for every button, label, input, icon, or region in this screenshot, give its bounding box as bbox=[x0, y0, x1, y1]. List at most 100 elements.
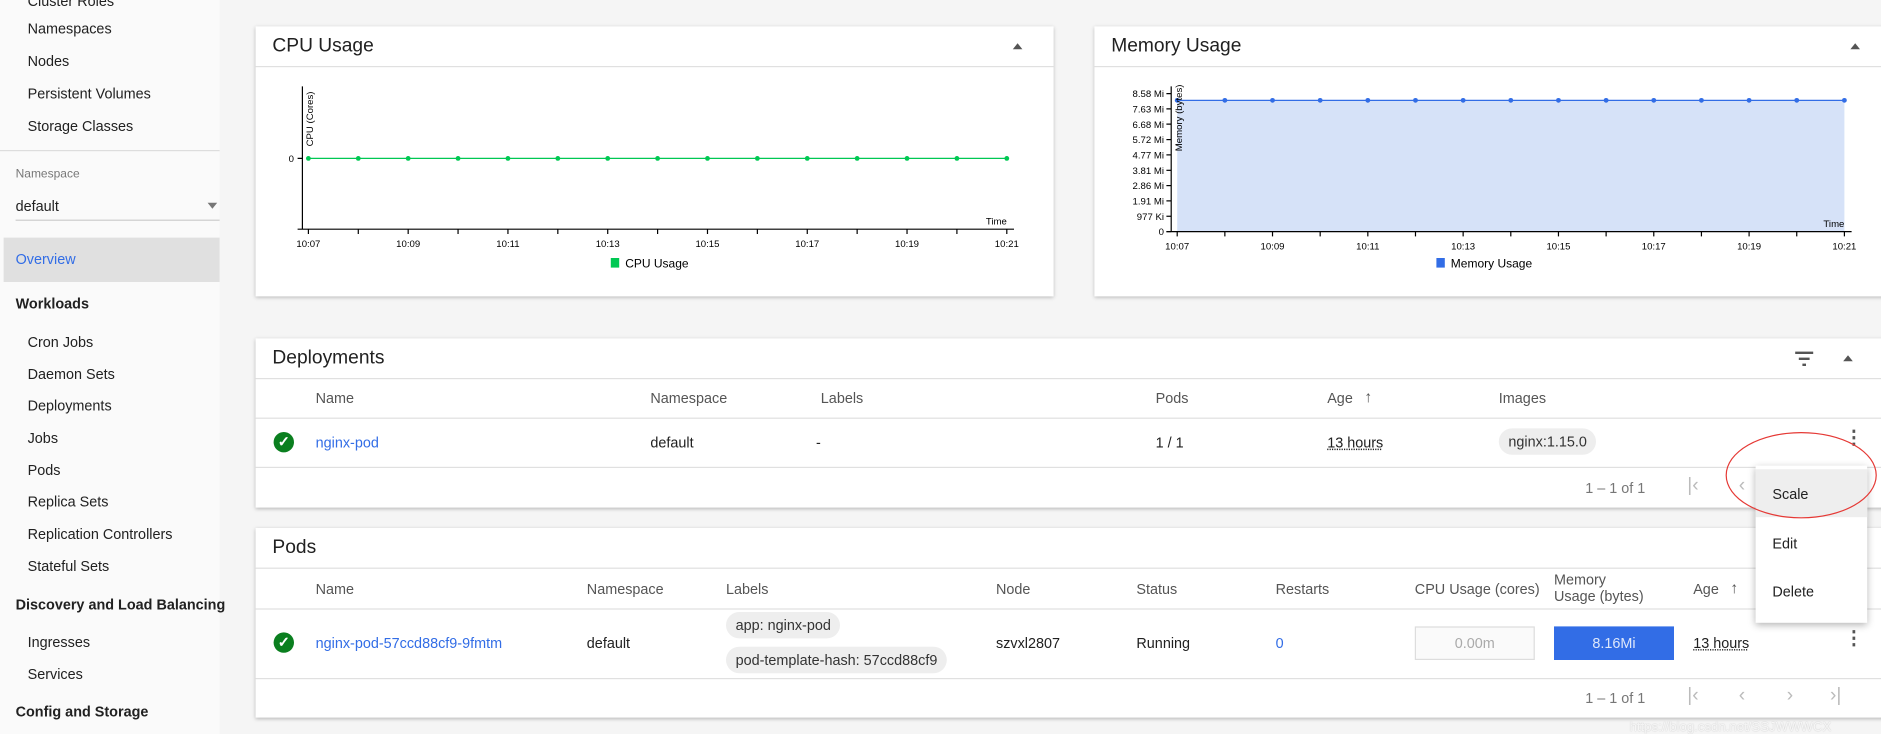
data-point bbox=[1651, 98, 1656, 103]
column-header-restarts[interactable]: Restarts bbox=[1276, 581, 1330, 598]
column-header-namespace[interactable]: Namespace bbox=[650, 390, 727, 407]
data-point bbox=[755, 156, 760, 161]
sidebar-item-namespaces[interactable]: Namespaces bbox=[28, 20, 112, 37]
data-point bbox=[705, 156, 710, 161]
sidebar-item-deployments[interactable]: Deployments bbox=[28, 397, 112, 414]
pod-age: 13 hours bbox=[1693, 635, 1749, 652]
next-page-icon[interactable]: › bbox=[1787, 685, 1793, 707]
y-axis-label: Memory (bytes) bbox=[1174, 85, 1185, 152]
sidebar-item-services[interactable]: Services bbox=[28, 666, 83, 683]
sidebar-heading-config-storage[interactable]: Config and Storage bbox=[16, 703, 149, 720]
x-tick-label: 10:15 bbox=[1546, 242, 1570, 253]
data-point bbox=[306, 156, 311, 161]
pod-restarts: 0 bbox=[1276, 635, 1284, 652]
column-header-memory[interactable]: Memory Usage (bytes) bbox=[1554, 571, 1650, 605]
data-point bbox=[1699, 98, 1704, 103]
cpu-usage-card: CPU Usage 0 10:07 10:09 10:11 10:13 10:15 10:1… bbox=[256, 26, 1054, 296]
data-point bbox=[555, 156, 560, 161]
pod-name-link[interactable]: nginx-pod-57ccd88cf9-9fmtm bbox=[316, 635, 503, 652]
deployments-title: Deployments bbox=[272, 348, 384, 370]
x-tick-label: 10:13 bbox=[596, 239, 620, 250]
y-tick-label: 977 Ki bbox=[1137, 212, 1164, 223]
x-tick-label: 10:21 bbox=[1832, 242, 1856, 253]
sidebar-item-persistent-volumes[interactable]: Persistent Volumes bbox=[28, 85, 151, 102]
label-chip: app: nginx-pod bbox=[726, 612, 840, 638]
legend-swatch bbox=[1436, 258, 1444, 268]
cpu-chart: 0 10:07 10:09 10:11 10:13 10:15 10:17 10:19 10:2… bbox=[256, 26, 1054, 296]
sidebar-item-ingresses[interactable]: Ingresses bbox=[28, 634, 90, 651]
menu-item-label: Edit bbox=[1772, 535, 1797, 552]
x-axis-label: Time bbox=[986, 216, 1007, 227]
legend-label: CPU Usage bbox=[625, 257, 689, 271]
column-header-age[interactable]: Age bbox=[1693, 581, 1719, 598]
data-point bbox=[955, 156, 960, 161]
column-header-status[interactable]: Status bbox=[1136, 581, 1177, 598]
x-tick-label: 10:09 bbox=[1261, 242, 1285, 253]
first-page-icon[interactable]: |‹ bbox=[1687, 475, 1698, 497]
x-axis-label: Time bbox=[1823, 219, 1844, 230]
data-point bbox=[1222, 98, 1227, 103]
image-chip: nginx:1.15.0 bbox=[1499, 428, 1597, 454]
pagination-range: 1 – 1 of 1 bbox=[1585, 690, 1645, 707]
status-ok-icon: ✓ bbox=[274, 632, 294, 652]
y-tick-label: 1.91 Mi bbox=[1133, 196, 1164, 207]
sidebar-item-replication-controllers[interactable]: Replication Controllers bbox=[28, 526, 173, 543]
sort-arrow-up-icon[interactable]: ↑ bbox=[1730, 578, 1738, 596]
column-header-namespace[interactable]: Namespace bbox=[587, 581, 664, 598]
sidebar-item-pods[interactable]: Pods bbox=[28, 462, 61, 479]
first-page-icon[interactable]: |‹ bbox=[1687, 685, 1698, 707]
y-tick-label: 7.63 Mi bbox=[1133, 104, 1164, 115]
sidebar-item-stateful-sets[interactable]: Stateful Sets bbox=[28, 558, 110, 575]
sidebar-item-cluster-roles[interactable]: Cluster Roles bbox=[28, 0, 114, 10]
deployment-age: 13 hours bbox=[1327, 434, 1383, 451]
sidebar-item-overview[interactable]: Overview bbox=[4, 238, 220, 282]
sidebar-heading-discovery[interactable]: Discovery and Load Balancing bbox=[16, 596, 226, 613]
y-tick-label: 4.77 Mi bbox=[1133, 150, 1164, 161]
column-header-name[interactable]: Name bbox=[316, 581, 354, 598]
deployment-pods: 1 / 1 bbox=[1156, 434, 1184, 451]
sort-arrow-up-icon[interactable]: ↑ bbox=[1364, 388, 1372, 406]
sidebar-item-cron-jobs[interactable]: Cron Jobs bbox=[28, 334, 94, 351]
dropdown-arrow-icon bbox=[208, 203, 218, 209]
data-point bbox=[655, 156, 660, 161]
column-header-age[interactable]: Age bbox=[1327, 390, 1353, 407]
last-page-icon[interactable]: ›| bbox=[1830, 685, 1841, 707]
pod-namespace: default bbox=[587, 635, 630, 652]
y-tick-label: 2.86 Mi bbox=[1133, 181, 1164, 192]
pod-node: szvxl2807 bbox=[996, 635, 1060, 652]
sidebar-heading-workloads[interactable]: Workloads bbox=[16, 295, 89, 312]
collapse-icon[interactable] bbox=[1843, 355, 1853, 361]
deployment-name-link[interactable]: nginx-pod bbox=[316, 434, 379, 451]
x-tick-label: 10:07 bbox=[296, 239, 320, 250]
memory-usage-value: 8.16Mi bbox=[1592, 635, 1635, 652]
sidebar-item-storage-classes[interactable]: Storage Classes bbox=[28, 118, 134, 135]
data-point bbox=[1270, 98, 1275, 103]
column-header-labels: Labels bbox=[821, 390, 863, 407]
namespace-select[interactable]: default bbox=[16, 190, 220, 221]
sidebar-item-jobs[interactable]: Jobs bbox=[28, 430, 58, 447]
data-point bbox=[1604, 98, 1609, 103]
column-header-name[interactable]: Name bbox=[316, 390, 354, 407]
pagination-range: 1 – 1 of 1 bbox=[1585, 480, 1645, 497]
data-point bbox=[1365, 98, 1370, 103]
sidebar-item-nodes[interactable]: Nodes bbox=[28, 53, 70, 70]
legend-label: Memory Usage bbox=[1451, 257, 1533, 271]
menu-item-edit[interactable]: Edit bbox=[1756, 518, 1868, 566]
column-header-images: Images bbox=[1499, 390, 1546, 407]
data-point bbox=[605, 156, 610, 161]
column-header-cpu[interactable]: CPU Usage (cores) bbox=[1415, 581, 1540, 598]
sidebar-item-daemon-sets[interactable]: Daemon Sets bbox=[28, 366, 115, 383]
data-point bbox=[1004, 156, 1009, 161]
label-chip: pod-template-hash: 57ccd88cf9 bbox=[726, 647, 947, 673]
sidebar-item-replica-sets[interactable]: Replica Sets bbox=[28, 493, 109, 510]
status-ok-icon: ✓ bbox=[274, 432, 294, 452]
y-tick-label: 3.81 Mi bbox=[1133, 166, 1164, 177]
menu-item-delete[interactable]: Delete bbox=[1756, 566, 1868, 614]
x-tick-label: 10:11 bbox=[1356, 242, 1379, 253]
column-header-node[interactable]: Node bbox=[996, 581, 1030, 598]
more-vert-icon[interactable]: ⋮ bbox=[1844, 636, 1851, 643]
filter-icon[interactable] bbox=[1795, 352, 1813, 366]
previous-page-icon[interactable]: ‹ bbox=[1739, 685, 1745, 707]
data-point bbox=[805, 156, 810, 161]
card-header: Deployments bbox=[256, 338, 1881, 379]
